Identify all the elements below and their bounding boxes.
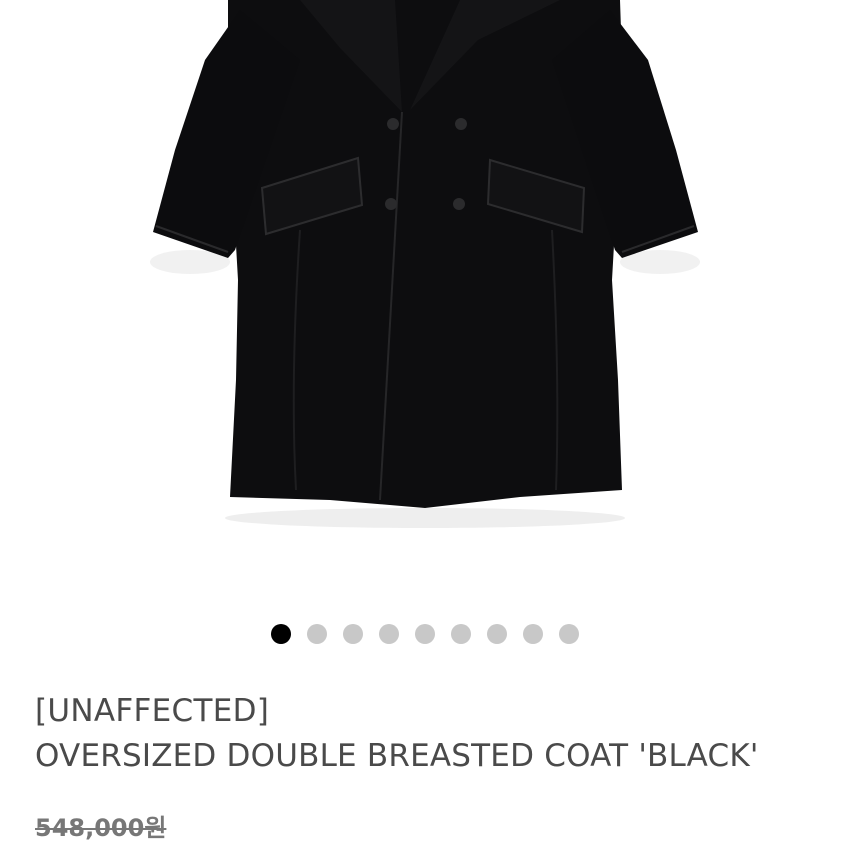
carousel-dot-1[interactable] xyxy=(271,624,291,644)
image-carousel-indicator xyxy=(0,624,850,644)
product-brand: [UNAFFECTED] xyxy=(35,693,270,729)
original-price: 548,000원 xyxy=(35,814,167,842)
coat-image xyxy=(150,0,700,528)
carousel-dot-2[interactable] xyxy=(307,624,327,644)
product-image[interactable] xyxy=(0,0,850,600)
carousel-dot-6[interactable] xyxy=(451,624,471,644)
carousel-dot-8[interactable] xyxy=(523,624,543,644)
carousel-dot-3[interactable] xyxy=(343,624,363,644)
carousel-dot-4[interactable] xyxy=(379,624,399,644)
carousel-dot-5[interactable] xyxy=(415,624,435,644)
carousel-dot-9[interactable] xyxy=(559,624,579,644)
carousel-dot-7[interactable] xyxy=(487,624,507,644)
product-title: OVERSIZED DOUBLE BREASTED COAT 'BLACK' xyxy=(35,738,759,774)
